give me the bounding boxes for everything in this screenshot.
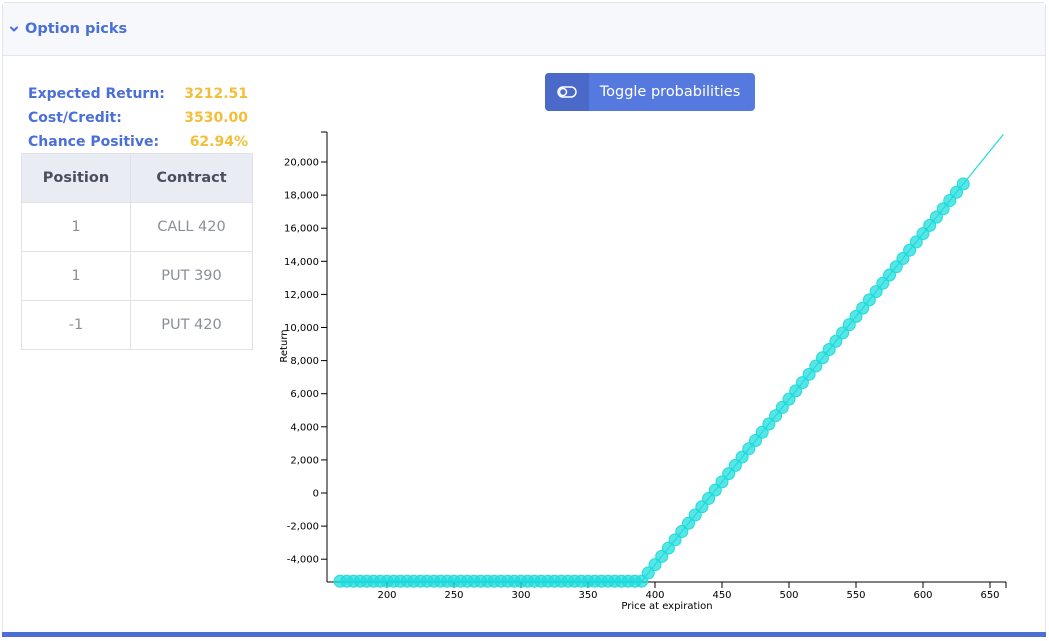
y-tick-label: 8,000 <box>290 356 319 367</box>
y-tick-label: -4,000 <box>287 555 319 566</box>
x-tick-label: 450 <box>712 590 731 601</box>
x-tick-label: 650 <box>980 590 999 601</box>
y-tick-label: 2,000 <box>290 455 319 466</box>
x-tick-label: 250 <box>444 590 463 601</box>
y-tick-label: 18,000 <box>284 191 319 202</box>
x-tick-label: 600 <box>913 590 932 601</box>
card-bottom-bar <box>2 632 1046 637</box>
x-axis-label: Price at expiration <box>621 601 712 612</box>
x-tick-label: 400 <box>645 590 664 601</box>
data-point <box>956 177 970 191</box>
y-axis-label: Return <box>279 329 290 362</box>
y-tick-label: 4,000 <box>290 422 319 433</box>
y-tick-label: 12,000 <box>284 290 319 301</box>
x-tick-label: 500 <box>779 590 798 601</box>
y-tick-label: 14,000 <box>284 257 319 268</box>
x-tick-label: 200 <box>377 590 396 601</box>
y-tick-label: -2,000 <box>287 522 319 533</box>
x-tick-label: 300 <box>511 590 530 601</box>
x-tick-label: 350 <box>578 590 597 601</box>
y-tick-label: 16,000 <box>284 224 319 235</box>
y-tick-label: 0 <box>313 489 319 500</box>
payoff-chart: -4,000-2,00002,0004,0006,0008,00010,0001… <box>279 131 1007 612</box>
x-tick-label: 550 <box>846 590 865 601</box>
payoff-line <box>340 133 1004 582</box>
y-tick-label: 6,000 <box>290 389 319 400</box>
y-tick-label: 20,000 <box>284 158 319 169</box>
